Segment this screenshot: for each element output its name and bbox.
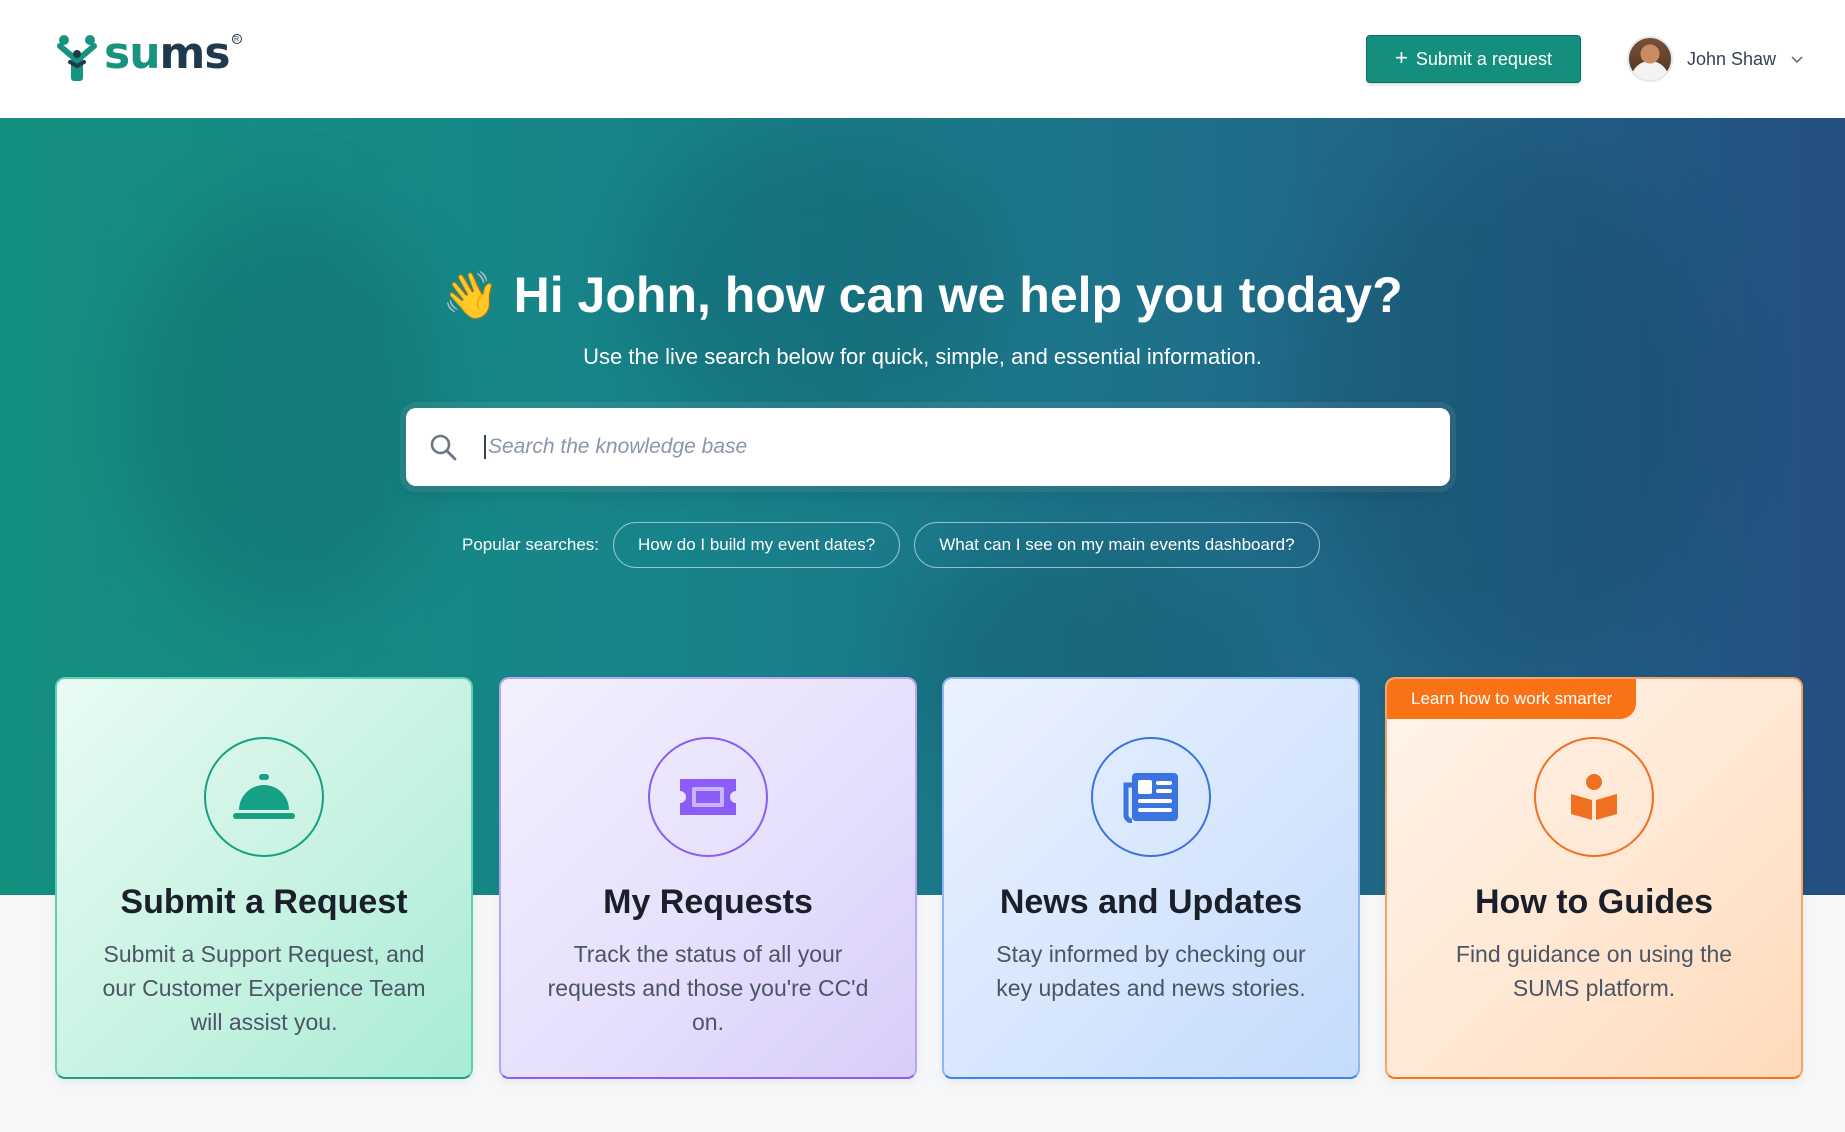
submit-request-button[interactable]: + Submit a request [1366,35,1581,83]
plus-icon: + [1395,45,1408,70]
card-title: News and Updates [999,883,1303,921]
search-icon [430,434,457,461]
user-menu[interactable]: John Shaw [1627,35,1804,83]
knowledge-search-bar[interactable] [406,408,1450,486]
logo-wordmark-su: su [104,28,161,79]
ticket-icon [680,779,736,815]
submit-request-label: Submit a request [1415,48,1552,69]
card-submit-request[interactable]: Submit a Request Submit a Support Reques… [55,677,473,1079]
popular-search-chip[interactable]: What can I see on my main events dashboa… [914,522,1320,568]
hero-subtitle: Use the live search below for quick, sim… [583,344,1262,369]
newspaper-icon [1123,773,1178,823]
card-description: Find guidance on using the SUMS platform… [1455,941,1733,1001]
popular-search-chip[interactable]: How do I build my event dates? [613,522,901,568]
card-how-to-guides[interactable]: Learn how to work smarter How to Guides … [1385,677,1803,1079]
card-my-requests[interactable]: My Requests Track the status of all your… [499,677,917,1079]
card-description: Stay informed by checking our key update… [996,941,1306,1001]
top-header: sums R + Submit a request John Shaw [0,0,1845,118]
sums-logo[interactable]: sums R [54,32,244,82]
learn-badge: Learn how to work smarter [1387,679,1637,719]
popular-searches-label: Popular searches: [462,535,600,554]
hero-title-text: Hi John, how can we help you today? [513,267,1403,323]
card-icon-ring [204,737,324,857]
card-icon-ring [1091,737,1211,857]
logo-people-icon [57,35,97,81]
popular-searches: Popular searches: How do I build my even… [462,522,1320,568]
logo-wordmark: sums [104,32,231,76]
card-title: How to Guides [1475,883,1713,921]
book-reader-icon [1571,774,1617,820]
avatar [1627,36,1673,82]
card-title: Submit a Request [120,883,408,921]
hero-title: 👋 Hi John, how can we help you today? [0,266,1845,324]
logo-wordmark-ms: ms [159,28,231,79]
registered-mark: R [231,34,242,44]
card-title: My Requests [603,883,813,921]
search-input[interactable] [484,435,1384,459]
card-icon-ring [1534,737,1654,857]
chevron-down-icon [1791,56,1803,64]
card-description: Submit a Support Request, and our Custom… [102,941,426,1035]
service-bell-icon [233,774,295,819]
card-description: Track the status of all your requests an… [547,941,869,1035]
card-icon-ring [648,737,768,857]
user-name: John Shaw [1687,48,1777,69]
card-news-updates[interactable]: News and Updates Stay informed by checki… [942,677,1360,1079]
waving-hand-icon: 👋 [442,268,500,321]
